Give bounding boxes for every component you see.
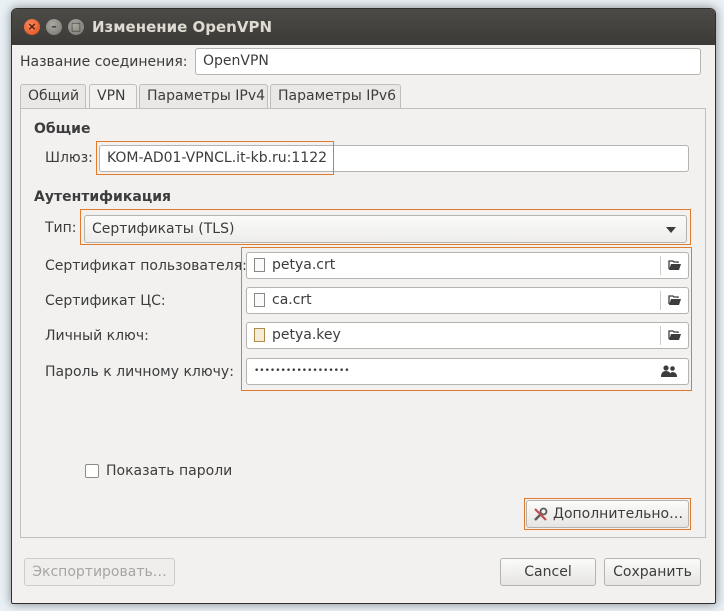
key-password-label: Пароль к личному ключу: (45, 364, 234, 380)
dialog-window: × – □ Изменение OpenVPN Название соедине… (11, 8, 716, 604)
minimize-window-button[interactable]: – (46, 19, 62, 35)
gateway-highlight (96, 141, 334, 175)
tab-general[interactable]: Общий (20, 84, 86, 109)
connection-name-label: Название соединения: (20, 54, 188, 70)
window-title: Изменение OpenVPN (92, 18, 273, 36)
cancel-button[interactable]: Cancel (500, 558, 596, 586)
save-button[interactable]: Сохранить (604, 558, 701, 586)
title-bar: × – □ Изменение OpenVPN (12, 9, 715, 45)
credentials-highlight (241, 247, 692, 391)
show-passwords-checkbox[interactable] (85, 464, 99, 478)
advanced-highlight (524, 498, 691, 530)
auth-type-highlight (80, 209, 691, 245)
ca-cert-label: Сертификат ЦС: (45, 293, 166, 309)
show-passwords-label: Показать пароли (106, 463, 233, 479)
tab-vpn[interactable]: VPN (89, 84, 137, 110)
export-button[interactable]: Экспортировать… (24, 558, 175, 586)
private-key-label: Личный ключ: (45, 328, 149, 344)
auth-type-label: Тип: (45, 220, 77, 236)
maximize-window-button[interactable]: □ (68, 19, 84, 35)
general-section-heading: Общие (34, 121, 91, 137)
gateway-label: Шлюз: (45, 150, 93, 166)
auth-section-heading: Аутентификация (34, 189, 171, 205)
connection-name-input[interactable]: OpenVPN (195, 48, 701, 75)
tab-ipv4[interactable]: Параметры IPv4 (139, 84, 268, 109)
user-cert-label: Сертификат пользователя: (45, 258, 247, 274)
tab-ipv6[interactable]: Параметры IPv6 (270, 84, 401, 109)
close-window-button[interactable]: × (24, 19, 40, 35)
